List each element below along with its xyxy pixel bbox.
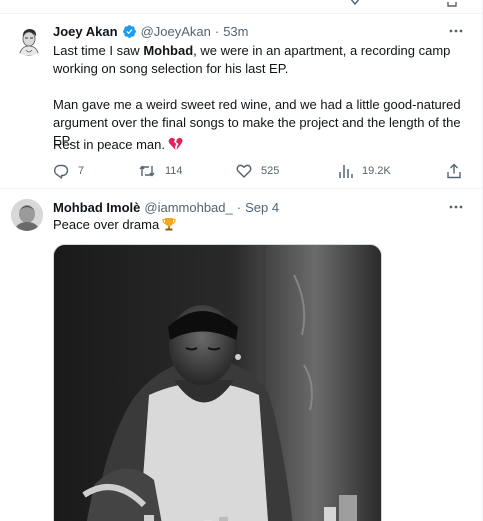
tweet[interactable]: Joey Akan @JoeyAkan · 53m Last time I sa… [0,14,482,189]
reply-icon [54,164,69,179]
text-segment: Peace over drama [53,217,160,232]
trophy-icon [162,218,176,231]
verified-badge-icon [122,24,136,38]
reply-button[interactable]: 7 [53,163,84,179]
timestamp[interactable]: 53m [223,24,248,39]
text-segment: Last time I saw [53,43,144,58]
timeline: Joey Akan @JoeyAkan · 53m Last time I sa… [0,0,483,521]
timestamp[interactable]: Sep 4 [245,200,279,215]
tweet-text-paragraph: Last time I saw Mohbad, we were in an ap… [53,42,466,78]
handle[interactable]: @iammohbad_ [144,200,232,215]
avatar[interactable] [11,199,43,231]
avatar[interactable] [13,24,45,56]
like-icon[interactable] [348,0,362,8]
tweet-text-paragraph: Rest in peace man. [53,136,466,154]
share-icon [447,163,461,179]
views-count: 19.2K [362,165,391,177]
reply-count: 7 [78,165,85,177]
repost-icon [139,165,155,177]
handle[interactable]: @JoeyAkan [141,24,211,39]
tweet-photo [54,245,381,521]
views-icon [339,165,353,178]
repost-button[interactable]: 114 [138,163,183,179]
tweet[interactable]: Mohbad Imolè @iammohbad_ · Sep 4 Peace o… [0,189,482,521]
text-segment: Rest in peace man. [53,137,166,152]
more-icon[interactable] [448,23,464,39]
mention-bold: Mohbad [143,43,194,58]
display-name[interactable]: Joey Akan [53,24,118,39]
avatar-illustration [13,24,45,56]
like-button[interactable]: 525 [236,163,279,179]
avatar-photo [11,199,43,231]
repost-count: 114 [165,165,183,177]
tweet-header: Mohbad Imolè @iammohbad_ · Sep 4 [53,197,442,217]
broken-heart-icon [168,137,183,150]
separator-dot: · [214,23,220,39]
share-icon[interactable] [445,0,459,8]
like-icon [236,164,252,178]
tweet-header: Joey Akan @JoeyAkan · 53m [53,21,442,41]
more-icon[interactable] [448,199,464,215]
like-count: 525 [261,165,280,177]
display-name[interactable]: Mohbad Imolè [53,200,140,215]
photo-icon[interactable] [53,244,382,521]
share-button[interactable] [446,163,462,179]
separator-dot: · [236,199,242,215]
tweet-actions: 7 114 525 19.2K [53,163,464,181]
tweet-text: Peace over drama [53,216,466,234]
views-button[interactable]: 19.2K [339,163,391,179]
previous-tweet-footer [0,0,483,14]
